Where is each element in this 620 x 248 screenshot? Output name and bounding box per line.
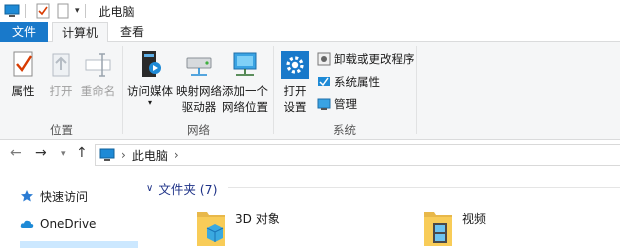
- tab-file[interactable]: 文件: [0, 22, 48, 42]
- properties-check-icon[interactable]: [35, 3, 51, 19]
- breadcrumb-this-pc[interactable]: 此电脑: [132, 147, 168, 164]
- open-settings-button[interactable]: 打开 设置: [278, 48, 312, 115]
- group-label-network: 网络: [187, 123, 210, 137]
- manage-button[interactable]: 管理: [317, 95, 357, 113]
- breadcrumb-separator[interactable]: ›: [174, 148, 179, 162]
- access-media-button[interactable]: 访问媒体 ▾: [127, 48, 173, 107]
- settings-gear-icon: [279, 48, 311, 82]
- this-pc-icon: [99, 148, 115, 162]
- 3d-objects-folder-icon: [195, 206, 227, 248]
- folder-label: 视频: [462, 212, 487, 226]
- manage-icon: [317, 97, 331, 111]
- group-divider: [416, 46, 417, 134]
- network-location-icon: [229, 48, 261, 82]
- cloud-icon: [20, 217, 34, 231]
- ribbon: 属性 打开 重命名 位置 访问媒体 ▾ 映射网络 驱动器 添加一个 网络位置 网…: [0, 42, 620, 140]
- folder-videos[interactable]: 视频: [422, 206, 486, 248]
- up-arrow-icon[interactable]: ↑: [76, 145, 88, 161]
- divider: [84, 4, 86, 18]
- system-check-icon: [317, 75, 331, 89]
- uninstall-program-button[interactable]: 卸载或更改程序: [317, 50, 415, 68]
- divider: [25, 4, 26, 18]
- media-server-icon: [134, 48, 166, 82]
- navigation-pane: 快速访问 OneDrive: [0, 170, 140, 248]
- uninstall-icon: [317, 52, 331, 66]
- group-label-location: 位置: [50, 123, 73, 137]
- window-title: 此电脑: [98, 4, 135, 19]
- tab-view[interactable]: 查看: [112, 22, 152, 43]
- dropdown-arrow-icon: ▾: [147, 98, 152, 107]
- content-pane: ∨ 文件夹 (7) 3D 对象 视频: [140, 170, 620, 248]
- ribbon-tabs: 文件 计算机 查看: [0, 22, 620, 43]
- address-bar[interactable]: › 此电脑 ›: [95, 144, 620, 166]
- group-divider: [273, 46, 274, 134]
- chevron-down-icon: ∨: [146, 183, 154, 194]
- rename-icon: [82, 48, 114, 82]
- group-label-system: 系统: [333, 123, 356, 137]
- open-button[interactable]: 打开: [44, 48, 78, 99]
- title-bar: ▾ 此电脑: [0, 0, 620, 22]
- folder-label: 3D 对象: [235, 212, 280, 226]
- recent-locations-chevron-icon[interactable]: ▾: [61, 149, 66, 159]
- forward-arrow-icon[interactable]: →: [35, 145, 47, 161]
- map-network-drive-button[interactable]: 映射网络 驱动器: [175, 48, 223, 115]
- group-divider: [122, 46, 123, 134]
- network-drive-icon: [183, 48, 215, 82]
- properties-icon: [7, 48, 39, 82]
- nav-item-onedrive[interactable]: OneDrive: [20, 214, 96, 234]
- star-icon: [20, 189, 34, 203]
- this-pc-icon: [4, 3, 20, 19]
- system-properties-button[interactable]: 系统属性: [317, 73, 380, 91]
- back-arrow-icon[interactable]: ←: [10, 145, 22, 161]
- nav-item-quick-access[interactable]: 快速访问: [20, 186, 88, 206]
- breadcrumb-separator[interactable]: ›: [121, 148, 126, 162]
- new-folder-icon[interactable]: [55, 3, 71, 19]
- section-divider: [228, 187, 620, 188]
- properties-button[interactable]: 属性: [6, 48, 40, 99]
- customize-toolbar-chevron-icon[interactable]: ▾: [75, 6, 80, 16]
- add-network-location-button[interactable]: 添加一个 网络位置: [222, 48, 268, 115]
- address-bar-row: ← → ▾ ↑ › 此电脑 ›: [0, 141, 620, 169]
- tab-computer[interactable]: 计算机: [52, 22, 108, 43]
- folders-section-header[interactable]: ∨ 文件夹 (7): [146, 179, 218, 198]
- rename-button[interactable]: 重命名: [80, 48, 116, 99]
- videos-folder-icon: [422, 206, 454, 248]
- open-icon: [45, 48, 77, 82]
- folder-3d-objects[interactable]: 3D 对象: [195, 206, 280, 248]
- nav-item-this-pc-selected[interactable]: [20, 241, 138, 248]
